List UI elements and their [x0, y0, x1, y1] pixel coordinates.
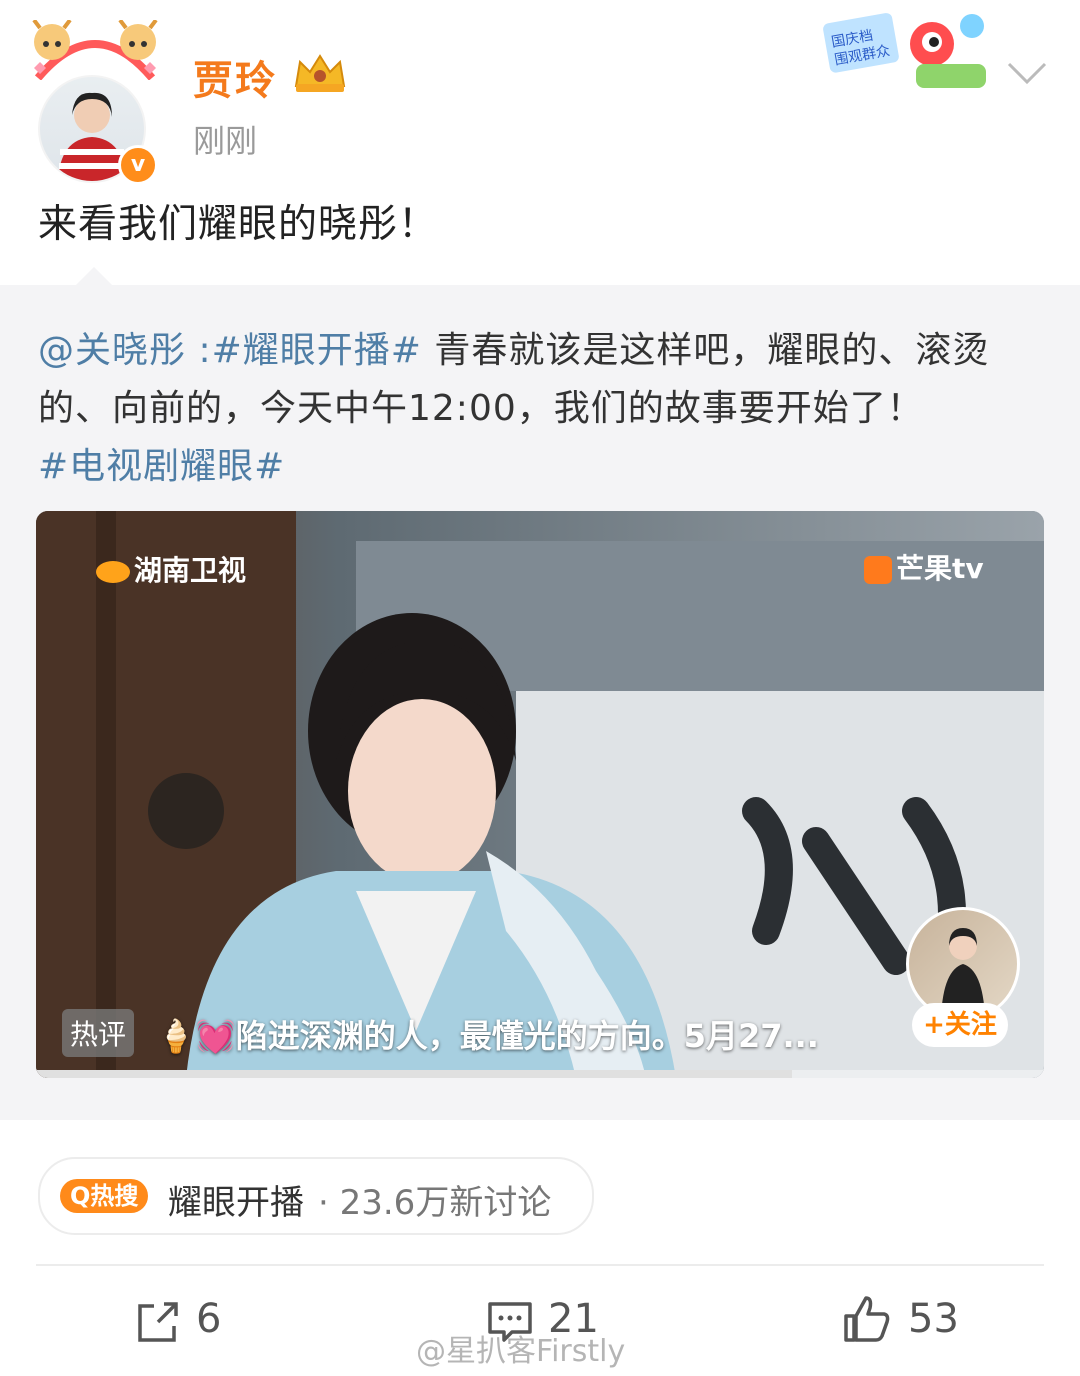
thumbs-up-icon	[844, 1296, 890, 1342]
mango-tv-logo-icon	[864, 556, 892, 584]
mango-tv-logo-text: 芒果tv	[896, 552, 984, 585]
follow-button[interactable]: +关注	[912, 1003, 1008, 1047]
hunan-tv-logo-text: 湖南卫视	[134, 554, 247, 587]
username[interactable]: 贾玲	[193, 48, 277, 106]
mango-tv-logo: 芒果tv	[864, 547, 984, 587]
repost-text: @关晓彤 :#耀眼开播# 青春就该是这样吧，耀眼的、滚烫的、向前的，今天中午12…	[38, 322, 1048, 496]
festival-frame-icon	[32, 20, 158, 80]
hot-comment-tag: 热评	[62, 1009, 135, 1057]
post-time: 刚刚	[193, 122, 258, 160]
share-icon	[138, 1302, 178, 1342]
chevron-down-icon[interactable]	[1005, 58, 1049, 88]
hunan-tv-logo-icon	[96, 561, 130, 583]
mention-link[interactable]: @关晓彤	[38, 330, 186, 371]
video-player[interactable]: 湖南卫视 芒果tv 你呢 热评 🍦💓陷进深渊的人，最懂光的方向。5月27... …	[36, 511, 1044, 1078]
weibo-post: v 贾玲 刚刚 国庆档 围观群众 来看我们耀眼的晓彤！	[0, 0, 1080, 285]
avatar-container[interactable]: v	[30, 20, 170, 185]
hot-comment-text[interactable]: 🍦💓陷进深渊的人，最懂光的方向。5月27...	[156, 1011, 819, 1057]
repost-count: 6	[196, 1296, 222, 1342]
vip-crown-icon	[294, 54, 346, 92]
topic-discussion-count: · 23.6万新讨论	[318, 1183, 552, 1223]
video-progress-bar[interactable]	[36, 1070, 1044, 1078]
post-text: 来看我们耀眼的晓彤！	[38, 202, 439, 247]
hashtag-link[interactable]: #电视剧耀眼#	[38, 446, 285, 487]
like-button[interactable]: 53	[842, 1294, 972, 1350]
video-frame	[36, 511, 1044, 1078]
repost-button[interactable]: 6	[134, 1294, 244, 1350]
topic-name: 耀眼开播	[168, 1183, 304, 1223]
repost-notch	[74, 267, 114, 287]
video-progress-fill	[36, 1070, 792, 1078]
national-day-promo-icon[interactable]: 国庆档 围观群众	[820, 8, 1000, 98]
watermark: @星扒客Firstly	[416, 1334, 626, 1369]
mention-sep: :	[186, 330, 212, 371]
hunan-tv-logo: 湖南卫视	[96, 549, 246, 589]
like-count: 53	[908, 1296, 959, 1342]
hashtag-link[interactable]: #耀眼开播#	[212, 330, 422, 371]
hot-search-topic[interactable]: Q热搜 耀眼开播 · 23.6万新讨论	[38, 1157, 594, 1235]
verified-badge-icon: v	[118, 145, 158, 185]
hot-search-badge: Q热搜	[60, 1179, 149, 1213]
divider	[36, 1264, 1044, 1266]
